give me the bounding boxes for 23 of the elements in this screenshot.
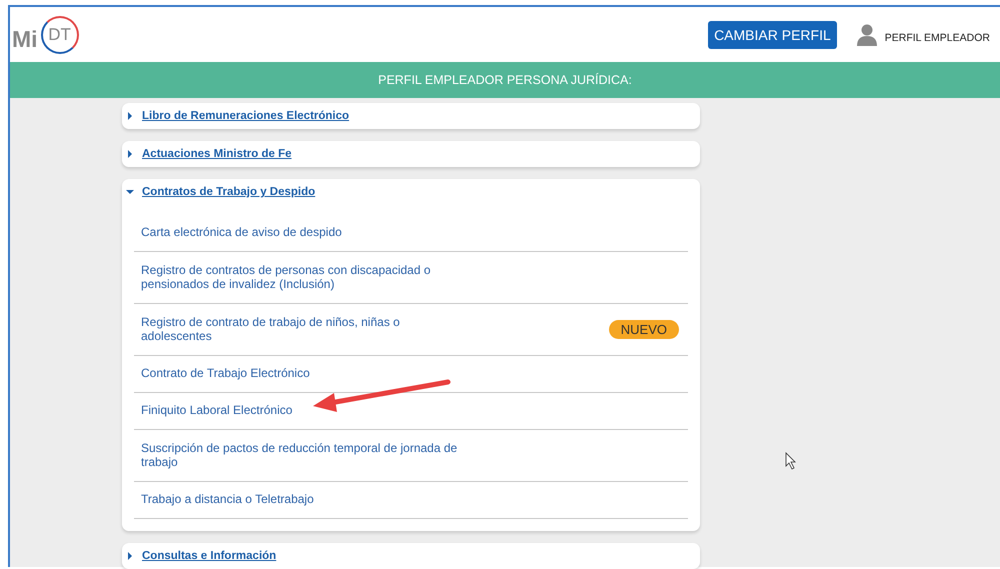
menu-link[interactable]: Carta electrónica de aviso de despido bbox=[141, 226, 342, 240]
menu-link[interactable]: Finiquito Laboral Electrónico bbox=[141, 404, 292, 418]
menu-link[interactable]: Suscripción de pactos de reducción temporal de jornada de trabajo bbox=[141, 442, 461, 470]
cursor-icon bbox=[786, 452, 796, 470]
logo-text: Mi bbox=[12, 26, 38, 53]
change-profile-button[interactable]: CAMBIAR PERFIL bbox=[708, 20, 837, 48]
section-link[interactable]: Libro de Remuneraciones Electrónico bbox=[142, 110, 350, 122]
section-link[interactable]: Contratos de Trabajo y Despido bbox=[142, 186, 316, 198]
caret-right-icon[interactable] bbox=[126, 112, 134, 120]
new-badge: NUEVO bbox=[608, 320, 679, 339]
menu-link[interactable]: Registro de contrato de trabajo de niños, niñas o adolescentes bbox=[141, 316, 461, 344]
menu-link[interactable]: Registro de contratos de personas con discapacidad o pensionados de invalidez (Inclusión) bbox=[141, 264, 461, 292]
caret-down-icon[interactable] bbox=[126, 188, 134, 196]
user-label: PERFIL EMPLEADOR bbox=[884, 32, 990, 46]
menu-link[interactable]: Contrato de Trabajo Electrónico bbox=[141, 367, 310, 381]
caret-right-icon[interactable] bbox=[126, 552, 134, 560]
profile-banner: PERFIL EMPLEADOR PERSONA JURÍDICA: bbox=[10, 62, 1000, 98]
logo-badge: DT bbox=[40, 16, 79, 54]
user-icon[interactable] bbox=[856, 24, 877, 46]
menu-link[interactable]: Trabajo a distancia o Teletrabajo bbox=[141, 493, 314, 507]
section-link[interactable]: Consultas e Información bbox=[142, 550, 276, 562]
caret-right-icon[interactable] bbox=[126, 150, 134, 158]
section-link[interactable]: Actuaciones Ministro de Fe bbox=[142, 148, 292, 160]
